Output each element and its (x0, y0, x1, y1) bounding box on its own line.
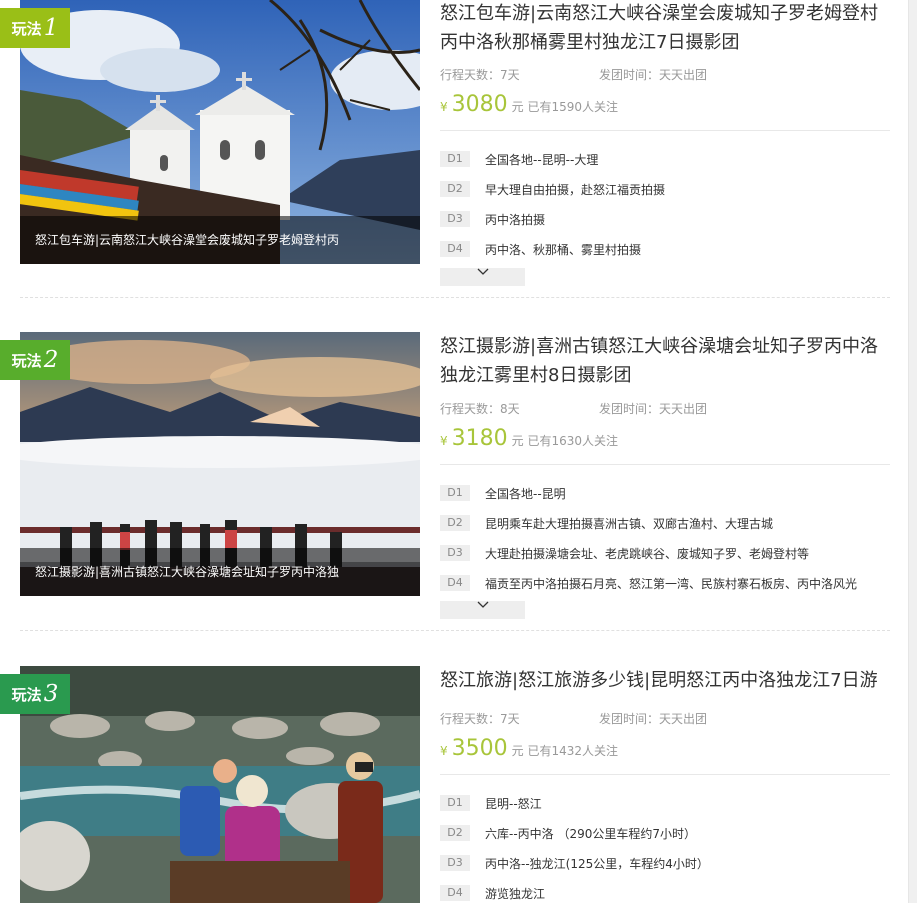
price-value: 3180 (451, 426, 508, 451)
follow-count: 元 已有1590人关注 (511, 100, 618, 114)
badge-label: 玩法 (11, 351, 42, 370)
route-info: 怒江包车游|云南怒江大峡谷澡堂会废城知子罗老姆登村丙中洛秋那桶雾里村独龙江7日摄… (440, 0, 890, 286)
route-badge: 玩法 1 (0, 8, 70, 48)
day-text: 游览独龙江 (485, 886, 546, 901)
badge-label: 玩法 (11, 19, 42, 38)
chevron-down-icon (477, 268, 488, 275)
route-card-2: 玩法 2 怒江摄影游|喜洲古镇怒江大峡谷澡塘会址知子罗丙中洛独 怒江摄影游|喜洲… (0, 332, 891, 630)
itinerary-day: D4 福贡至丙中洛拍摄石月亮、怒江第一湾、民族村寨石板房、丙中洛风光 (440, 574, 857, 592)
depart-time: 发团时间：天天出团 (599, 712, 708, 726)
price-row: ¥3500 元 已有1432人关注 (440, 736, 890, 761)
day-text: 丙中洛、秋那桶、雾里村拍摄 (485, 242, 642, 257)
badge-label: 玩法 (11, 685, 42, 704)
day-tag: D3 (440, 211, 470, 227)
itinerary-day: D1 全国各地--昆明 (440, 484, 566, 502)
section-separator (440, 464, 890, 465)
page-scrollbar[interactable] (908, 0, 917, 903)
trip-days: 行程天数：7天 (440, 68, 520, 82)
badge-number: 2 (43, 347, 59, 373)
itinerary-day: D3 大理赴拍摄澡塘会址、老虎跳峡谷、废城知子罗、老姆登村等 (440, 544, 809, 562)
itinerary-day: D2 六库--丙中洛 （290公里车程约7小时） (440, 824, 696, 842)
route-photo[interactable]: 怒江摄影游|喜洲古镇怒江大峡谷澡塘会址知子罗丙中洛独 (20, 332, 420, 596)
day-text: 全国各地--昆明--大理 (485, 152, 599, 167)
section-separator (440, 774, 890, 775)
trip-days: 行程天数：7天 (440, 712, 520, 726)
itinerary-day: D4 丙中洛、秋那桶、雾里村拍摄 (440, 240, 641, 258)
day-text: 六库--丙中洛 （290公里车程约7小时） (485, 826, 697, 841)
card-divider (20, 297, 890, 298)
day-tag: D3 (440, 855, 470, 871)
day-tag: D2 (440, 515, 470, 531)
price-row: ¥3080 元 已有1590人关注 (440, 92, 890, 117)
depart-time: 发团时间：天天出团 (599, 402, 708, 416)
day-tag: D2 (440, 825, 470, 841)
badge-number: 3 (43, 681, 59, 707)
day-text: 大理赴拍摄澡塘会址、老虎跳峡谷、废城知子罗、老姆登村等 (485, 546, 810, 561)
route-info: 怒江摄影游|喜洲古镇怒江大峡谷澡塘会址知子罗丙中洛独龙江雾里村8日摄影团 行程天… (440, 332, 890, 619)
expand-itinerary-button[interactable] (440, 268, 525, 286)
day-text: 福贡至丙中洛拍摄石月亮、怒江第一湾、民族村寨石板房、丙中洛风光 (485, 576, 858, 591)
route-info: 怒江旅游|怒江旅游多少钱|昆明怒江丙中洛独龙江7日游 行程天数：7天 发团时间：… (440, 666, 890, 901)
currency-symbol: ¥ (440, 100, 448, 114)
route-badge: 玩法 3 (0, 674, 70, 714)
chevron-down-icon (477, 601, 488, 608)
expand-itinerary-button[interactable] (440, 601, 525, 619)
day-tag: D1 (440, 151, 470, 167)
follow-count: 元 已有1432人关注 (511, 744, 618, 758)
itinerary-day: D4 游览独龙江 (440, 884, 545, 902)
day-text: 昆明乘车赴大理拍摄喜洲古镇、双廊古渔村、大理古城 (485, 516, 774, 531)
river-photographers-photo-image (20, 666, 420, 903)
route-title[interactable]: 怒江包车游|云南怒江大峡谷澡堂会废城知子罗老姆登村丙中洛秋那桶雾里村独龙江7日摄… (440, 0, 890, 57)
route-card-3: 玩法 3 怒江旅游|怒江旅游多少钱|昆明怒江丙中洛独龙江7日游 行程天数：7天 … (0, 666, 891, 903)
photo-caption: 怒江包车游|云南怒江大峡谷澡堂会废城知子罗老姆登村丙 (20, 216, 420, 264)
route-photo[interactable] (20, 666, 420, 903)
trip-days: 行程天数：8天 (440, 402, 520, 416)
itinerary-day: D2 昆明乘车赴大理拍摄喜洲古镇、双廊古渔村、大理古城 (440, 514, 773, 532)
day-tag: D4 (440, 575, 470, 591)
route-photo[interactable]: 怒江包车游|云南怒江大峡谷澡堂会废城知子罗老姆登村丙 (20, 0, 420, 264)
badge-number: 1 (43, 15, 59, 41)
section-separator (440, 130, 890, 131)
day-tag: D3 (440, 545, 470, 561)
day-text: 全国各地--昆明 (485, 486, 566, 501)
route-title[interactable]: 怒江摄影游|喜洲古镇怒江大峡谷澡塘会址知子罗丙中洛独龙江雾里村8日摄影团 (440, 332, 890, 390)
currency-symbol: ¥ (440, 434, 448, 448)
day-tag: D4 (440, 885, 470, 901)
route-badge: 玩法 2 (0, 340, 70, 380)
route-title[interactable]: 怒江旅游|怒江旅游多少钱|昆明怒江丙中洛独龙江7日游 (440, 666, 890, 695)
day-tag: D2 (440, 181, 470, 197)
price-value: 3500 (451, 736, 508, 761)
depart-time: 发团时间：天天出团 (599, 68, 708, 82)
day-tag: D1 (440, 485, 470, 501)
card-divider (20, 630, 890, 631)
day-tag: D1 (440, 795, 470, 811)
price-row: ¥3180 元 已有1630人关注 (440, 426, 890, 451)
follow-count: 元 已有1630人关注 (511, 434, 618, 448)
day-text: 丙中洛--独龙江(125公里，车程约4小时） (485, 856, 709, 871)
currency-symbol: ¥ (440, 744, 448, 758)
itinerary-day: D1 全国各地--昆明--大理 (440, 150, 598, 168)
itinerary-day: D3 丙中洛--独龙江(125公里，车程约4小时） (440, 854, 709, 872)
itinerary-day: D1 昆明--怒江 (440, 794, 542, 812)
day-tag: D4 (440, 241, 470, 257)
route-card-1: 玩法 1 怒江包车游|云南怒江大峡谷澡堂会废城知子罗老姆登村丙 怒江包车游|云南… (0, 0, 891, 297)
photo-caption: 怒江摄影游|喜洲古镇怒江大峡谷澡塘会址知子罗丙中洛独 (20, 548, 420, 596)
itinerary-day: D3 丙中洛拍摄 (440, 210, 545, 228)
price-value: 3080 (451, 92, 508, 117)
day-text: 昆明--怒江 (485, 796, 542, 811)
day-text: 早大理自由拍摄，赴怒江福贡拍摄 (485, 182, 666, 197)
itinerary-day: D2 早大理自由拍摄，赴怒江福贡拍摄 (440, 180, 665, 198)
day-text: 丙中洛拍摄 (485, 212, 546, 227)
